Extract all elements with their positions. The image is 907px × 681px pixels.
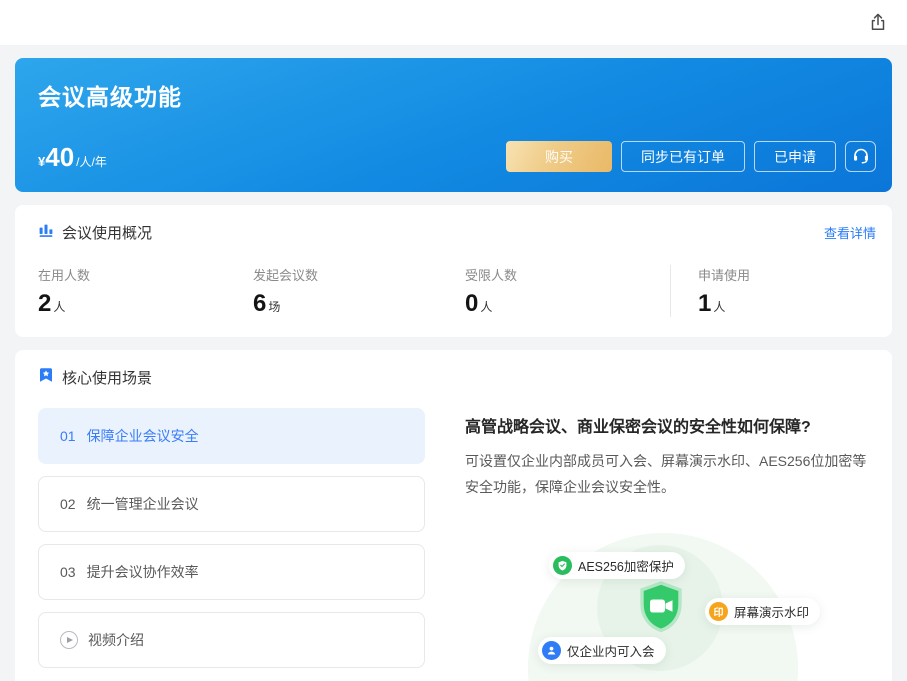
stat-unit: 人 bbox=[480, 300, 492, 314]
usage-overview-card: 会议使用概况 查看详情 在用人数 2人 发起会议数 6场 受限人数 0人 申请使… bbox=[15, 205, 892, 337]
scenario-label: 统一管理企业会议 bbox=[87, 494, 199, 514]
stat-label: 受限人数 bbox=[465, 265, 670, 284]
buy-button[interactable]: 购买 bbox=[506, 141, 612, 172]
stat-value: 2人 bbox=[38, 291, 253, 317]
scenarios-card-title: 核心使用场景 bbox=[62, 367, 152, 388]
stat-label: 申请使用 bbox=[698, 265, 876, 284]
scenarios-body: 01 保障企业会议安全 02 统一管理企业会议 03 提升会议协作效率 视频介绍… bbox=[38, 408, 876, 680]
scenario-label: 提升会议协作效率 bbox=[87, 562, 199, 582]
bar-chart-icon bbox=[38, 222, 54, 243]
scenario-label: 保障企业会议安全 bbox=[87, 426, 199, 446]
stat-unit: 人 bbox=[713, 300, 725, 314]
stat-label: 在用人数 bbox=[38, 265, 253, 284]
play-icon bbox=[60, 631, 78, 649]
promo-banner: 会议高级功能 ¥ 40 /人/年 购买 同步已有订单 已申请 bbox=[15, 58, 892, 192]
detail-description: 可设置仅企业内部成员可入会、屏幕演示水印、AES256位加密等安全功能，保障企业… bbox=[465, 448, 879, 500]
price-value: 40 bbox=[45, 144, 74, 170]
badge-label: AES256加密保护 bbox=[578, 556, 674, 575]
video-intro-button[interactable]: 视频介绍 bbox=[38, 612, 425, 668]
shield-camera-icon bbox=[637, 580, 685, 634]
badge-internal-only: 仅企业内可入会 bbox=[538, 637, 666, 664]
scenario-number: 02 bbox=[60, 496, 76, 512]
scenario-item-management[interactable]: 02 统一管理企业会议 bbox=[38, 476, 425, 532]
scenario-number: 01 bbox=[60, 428, 76, 444]
support-button[interactable] bbox=[845, 141, 876, 172]
badge-aes256: AES256加密保护 bbox=[549, 552, 685, 579]
video-intro-label: 视频介绍 bbox=[88, 630, 144, 650]
applied-button[interactable]: 已申请 bbox=[754, 141, 836, 172]
stat-meetings-started: 发起会议数 6场 bbox=[253, 265, 465, 317]
usage-card-header: 会议使用概况 查看详情 bbox=[38, 222, 876, 243]
usage-card-title: 会议使用概况 bbox=[62, 222, 152, 243]
scenarios-card-header: 核心使用场景 bbox=[38, 367, 876, 388]
price-unit: /人/年 bbox=[76, 153, 107, 170]
headset-icon bbox=[852, 146, 870, 167]
page-title: 会议高级功能 bbox=[38, 78, 876, 112]
scenario-number: 03 bbox=[60, 564, 76, 580]
stat-label: 发起会议数 bbox=[253, 265, 465, 284]
topbar bbox=[0, 0, 907, 45]
stat-restricted-users: 受限人数 0人 bbox=[465, 265, 670, 317]
scenario-detail: 高管战略会议、商业保密会议的安全性如何保障? 可设置仅企业内部成员可入会、屏幕演… bbox=[465, 408, 879, 680]
sync-orders-button[interactable]: 同步已有订单 bbox=[621, 141, 745, 172]
detail-heading: 高管战略会议、商业保密会议的安全性如何保障? bbox=[465, 413, 879, 437]
badge-label: 仅企业内可入会 bbox=[567, 641, 655, 660]
scenario-item-security[interactable]: 01 保障企业会议安全 bbox=[38, 408, 425, 464]
bookmark-star-icon bbox=[38, 367, 54, 388]
badge-watermark: 印 屏幕演示水印 bbox=[705, 598, 820, 625]
stat-value: 0人 bbox=[465, 291, 670, 317]
stat-value: 1人 bbox=[698, 291, 876, 317]
stats-row: 在用人数 2人 发起会议数 6场 受限人数 0人 申请使用 1人 bbox=[38, 265, 876, 317]
stamp-icon: 印 bbox=[709, 602, 728, 621]
stat-unit: 人 bbox=[53, 300, 65, 314]
stat-value: 6场 bbox=[253, 291, 465, 317]
badge-label: 屏幕演示水印 bbox=[734, 602, 809, 621]
page-content: 会议高级功能 ¥ 40 /人/年 购买 同步已有订单 已申请 bbox=[0, 45, 907, 681]
stat-unit: 场 bbox=[268, 300, 280, 314]
core-scenarios-card: 核心使用场景 01 保障企业会议安全 02 统一管理企业会议 03 提升会议协作… bbox=[15, 350, 892, 681]
scenario-list: 01 保障企业会议安全 02 统一管理企业会议 03 提升会议协作效率 视频介绍 bbox=[38, 408, 425, 680]
share-icon bbox=[868, 12, 888, 35]
stat-active-users: 在用人数 2人 bbox=[38, 265, 253, 317]
scenario-item-efficiency[interactable]: 03 提升会议协作效率 bbox=[38, 544, 425, 600]
person-icon bbox=[542, 641, 561, 660]
view-details-link[interactable]: 查看详情 bbox=[824, 223, 876, 242]
stat-apply-usage: 申请使用 1人 bbox=[670, 265, 876, 317]
price-currency: ¥ bbox=[38, 154, 45, 169]
share-button[interactable] bbox=[866, 11, 890, 35]
price: ¥ 40 /人/年 bbox=[38, 144, 107, 170]
banner-actions: 购买 同步已有订单 已申请 bbox=[506, 141, 876, 172]
shield-check-icon bbox=[553, 556, 572, 575]
